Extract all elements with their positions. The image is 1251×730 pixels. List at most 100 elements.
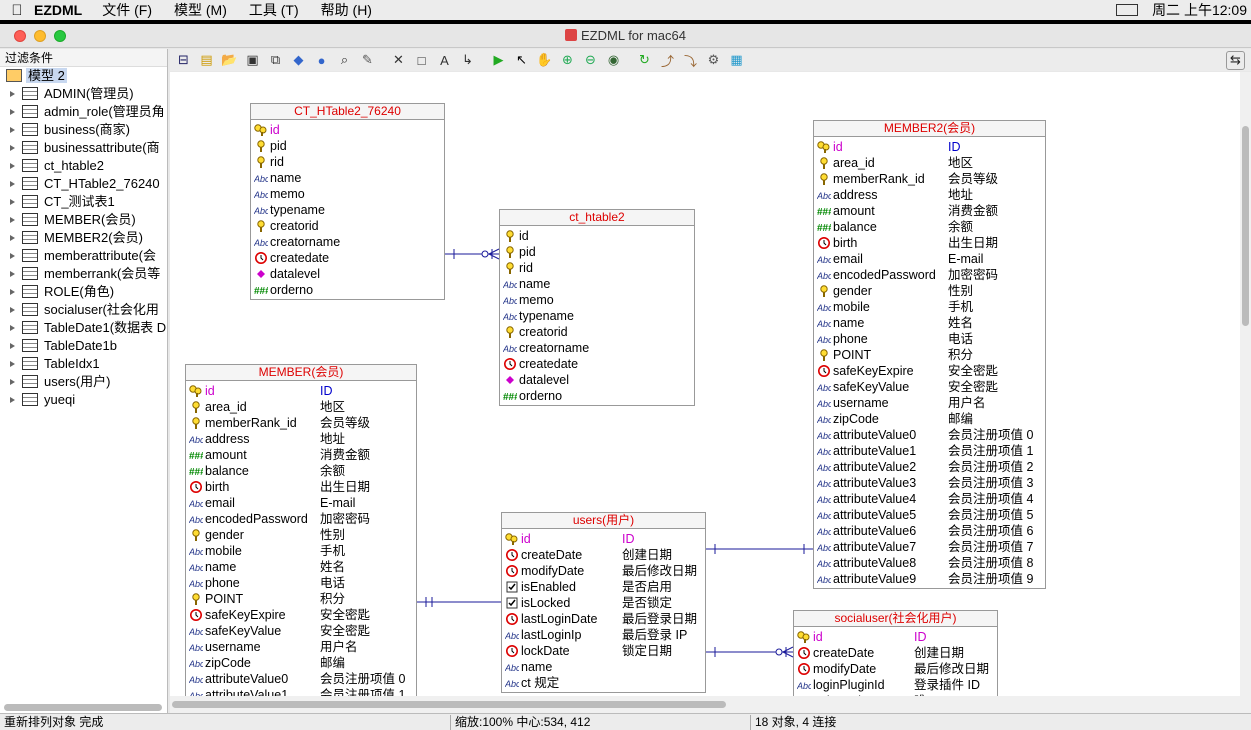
field-row[interactable]: Abc attributeValue2 会员注册项值 2	[814, 459, 1045, 475]
tree-item[interactable]: ADMIN(管理员)	[0, 85, 167, 103]
field-row[interactable]: Abc mobile 手机	[814, 299, 1045, 315]
expand-arrow-icon[interactable]	[10, 397, 15, 403]
expand-arrow-icon[interactable]	[10, 199, 15, 205]
field-row[interactable]: Abc phone 电话	[186, 575, 416, 591]
tree-item[interactable]: admin_role(管理员角	[0, 103, 167, 121]
tree-item[interactable]: yueqi	[0, 391, 167, 409]
field-row[interactable]: Abc attributeValue9 会员注册项值 9	[814, 571, 1045, 587]
tree-item[interactable]: ct_htable2	[0, 157, 167, 175]
entity-title[interactable]: socialuser(社会化用户)	[794, 611, 997, 627]
filter-label[interactable]: 过滤条件	[0, 49, 167, 67]
field-row[interactable]: isLocked 是否锁定	[502, 595, 705, 611]
field-row[interactable]: Abc encodedPassword 加密密码	[814, 267, 1045, 283]
field-row[interactable]: Abc typename	[500, 308, 694, 324]
new-icon[interactable]: ▤	[197, 51, 216, 70]
field-row[interactable]: POINT 积分	[814, 347, 1045, 363]
menu-help[interactable]: 帮助 (H)	[321, 0, 372, 20]
field-row[interactable]: Abc attributeValue4 会员注册项值 4	[814, 491, 1045, 507]
layout-toggle-icon[interactable]: ⇆	[1226, 50, 1245, 70]
import-icon[interactable]: ⤵	[681, 51, 700, 70]
save-icon[interactable]: ▣	[243, 51, 262, 70]
tree-item[interactable]: TableDate1(数据表 D	[0, 319, 167, 337]
field-row[interactable]: gender 性别	[186, 527, 416, 543]
field-row[interactable]: modifyDate 最后修改日期	[502, 563, 705, 579]
expand-arrow-icon[interactable]	[10, 289, 15, 295]
field-row[interactable]: Abc creatorname	[251, 234, 444, 250]
field-row[interactable]: ###orderno	[251, 282, 444, 298]
find-icon[interactable]: ⌕	[335, 51, 354, 70]
menu-model[interactable]: 模型 (M)	[174, 0, 227, 20]
relation-crowfoot[interactable]	[488, 253, 500, 260]
field-row[interactable]: lockDate 锁定日期	[502, 643, 705, 659]
run-icon[interactable]: ▶	[489, 51, 508, 70]
relation-crowfoot[interactable]	[488, 248, 500, 255]
text-icon[interactable]: A	[435, 51, 454, 70]
expand-arrow-icon[interactable]	[10, 217, 15, 223]
field-row[interactable]: safeKeyExpire 安全密匙	[814, 363, 1045, 379]
field-row[interactable]: pid	[251, 138, 444, 154]
entity-ct_htable2[interactable]: ct_htable2 id pid rid Abc name Abc memo Abc typen…	[499, 209, 695, 406]
field-row[interactable]: Abc loginPluginId 登录插件 ID	[794, 677, 997, 693]
app-name[interactable]: EZDML	[34, 2, 82, 18]
edit-icon[interactable]: ✎	[358, 51, 377, 70]
field-row[interactable]: Abc address 地址	[186, 431, 416, 447]
field-row[interactable]: Abc memo	[500, 292, 694, 308]
field-row[interactable]: datalevel	[251, 266, 444, 282]
field-row[interactable]: Abc attributeValue3 会员注册项值 3	[814, 475, 1045, 491]
field-row[interactable]: Abc address 地址	[814, 187, 1045, 203]
expand-arrow-icon[interactable]	[10, 235, 15, 241]
field-row[interactable]: Abc mobile 手机	[186, 543, 416, 559]
expand-arrow-icon[interactable]	[10, 253, 15, 259]
vertical-scroll-thumb[interactable]	[1242, 126, 1249, 326]
tree-item[interactable]: MEMBER2(会员)	[0, 229, 167, 247]
expand-arrow-icon[interactable]	[10, 343, 15, 349]
expand-arrow-icon[interactable]	[10, 109, 15, 115]
tree-item[interactable]: business(商家)	[0, 121, 167, 139]
field-row[interactable]: Abc name	[251, 170, 444, 186]
eye-icon[interactable]: ◉	[604, 51, 623, 70]
zoom-out-icon[interactable]: ⊖	[581, 51, 600, 70]
globe-icon[interactable]: ●	[312, 51, 331, 70]
field-row[interactable]: Abc creatorname	[500, 340, 694, 356]
field-row[interactable]: rid	[500, 260, 694, 276]
field-row[interactable]: Abc memo	[251, 186, 444, 202]
relation-crowfoot[interactable]	[782, 651, 794, 658]
field-row[interactable]: ###amount 消费金额	[814, 203, 1045, 219]
field-row[interactable]: createdate	[251, 250, 444, 266]
field-row[interactable]: id ID	[814, 139, 1045, 155]
field-row[interactable]: AbcattributeValue1 会员注册项值 1	[814, 443, 1045, 459]
entity-title[interactable]: users(用户)	[502, 513, 705, 529]
field-row[interactable]: Abc attributeValue7 会员注册项值 7	[814, 539, 1045, 555]
field-row[interactable]: area_id 地区	[186, 399, 416, 415]
field-row[interactable]: ###orderno	[500, 388, 694, 404]
field-row[interactable]: Abc email E-mail	[186, 495, 416, 511]
horizontal-scrollbar[interactable]	[170, 696, 1251, 713]
field-row[interactable]: Abc name	[502, 659, 705, 675]
tree-item[interactable]: users(用户)	[0, 373, 167, 391]
entity-member[interactable]: MEMBER(会员) id ID area_id 地区 memberRank_id 会员等级…	[185, 364, 417, 696]
field-row[interactable]: birth 出生日期	[814, 235, 1045, 251]
field-row[interactable]: rid	[251, 154, 444, 170]
field-row[interactable]: gender 性别	[814, 283, 1045, 299]
apple-icon[interactable]: 	[0, 2, 34, 19]
menu-tools[interactable]: 工具 (T)	[249, 0, 299, 20]
horizontal-scroll-thumb[interactable]	[172, 701, 726, 708]
tree-item[interactable]: TableIdx1	[0, 355, 167, 373]
field-row[interactable]: id ID	[186, 383, 416, 399]
field-row[interactable]: Abc ct 规定	[502, 675, 705, 691]
field-row[interactable]: createDate 创建日期	[794, 645, 997, 661]
field-row[interactable]: pid	[500, 244, 694, 260]
expand-arrow-icon[interactable]	[10, 307, 15, 313]
field-row[interactable]: memberRank_id 会员等级	[186, 415, 416, 431]
field-row[interactable]: area_id 地区	[814, 155, 1045, 171]
field-row[interactable]: Abc name 姓名	[186, 559, 416, 575]
delete-icon[interactable]: ✕	[389, 51, 408, 70]
field-row[interactable]: Abc zipCode 邮编	[186, 655, 416, 671]
field-row[interactable]: isEnabled 是否启用	[502, 579, 705, 595]
field-row[interactable]: Abc phone 电话	[814, 331, 1045, 347]
field-row[interactable]: Abc attributeValue6 会员注册项值 6	[814, 523, 1045, 539]
field-row[interactable]: safeKeyExpire 安全密匙	[186, 607, 416, 623]
field-row[interactable]: Abc email E-mail	[814, 251, 1045, 267]
field-row[interactable]: creatorid	[500, 324, 694, 340]
field-row[interactable]: id ID	[502, 531, 705, 547]
